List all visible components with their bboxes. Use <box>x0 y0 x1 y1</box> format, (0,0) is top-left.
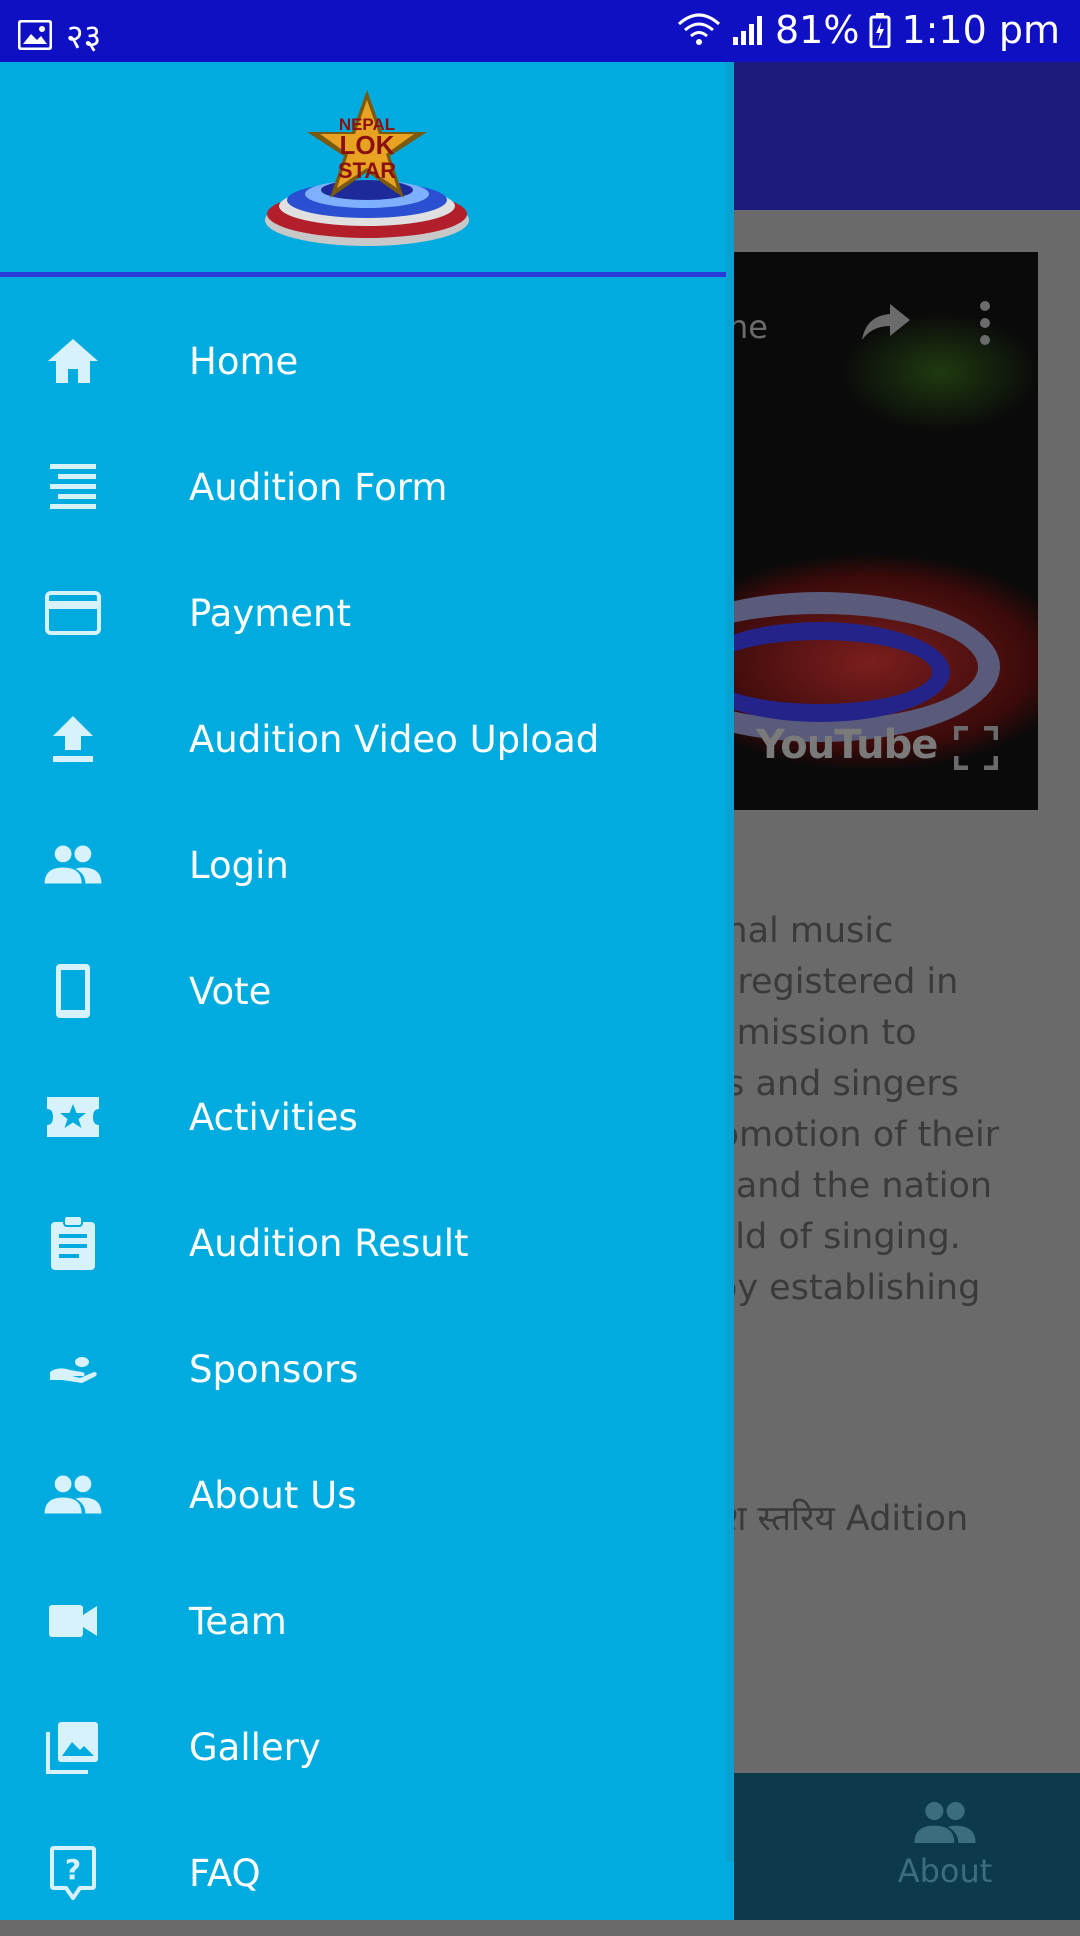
bottom-nav-about[interactable]: About <box>880 1800 1010 1890</box>
status-badge: २३ <box>66 17 102 57</box>
header-divider <box>0 272 734 277</box>
menu-label: FAQ <box>189 1851 261 1895</box>
fullscreen-icon[interactable] <box>953 725 999 774</box>
menu-label: Audition Form <box>189 465 448 509</box>
signal-icon <box>731 13 765 47</box>
bottom-nav-about-label: About <box>897 1852 993 1890</box>
battery-percent: 81% <box>774 8 860 52</box>
menu-label: Activities <box>189 1095 358 1139</box>
navigation-drawer: NEPAL LOK STAR Home Audition Form Paymen… <box>0 62 734 1920</box>
menu-item-faq[interactable]: ? FAQ <box>0 1810 734 1936</box>
more-vert-icon[interactable] <box>978 300 992 350</box>
menu-label: Gallery <box>189 1725 321 1769</box>
menu-label: Sponsors <box>189 1347 359 1391</box>
form-lines-icon <box>42 456 104 518</box>
menu-item-activities[interactable]: Activities <box>0 1054 734 1180</box>
menu-item-audition-form[interactable]: Audition Form <box>0 424 734 550</box>
home-icon <box>42 330 104 392</box>
about-paragraph: onal music g registered in e mission to … <box>704 911 1000 1308</box>
menu-item-team[interactable]: Team <box>0 1558 734 1684</box>
gallery-notification-icon <box>18 20 52 50</box>
credit-card-icon <box>42 582 104 644</box>
menu-item-gallery[interactable]: Gallery <box>0 1684 734 1810</box>
menu-item-login[interactable]: Login <box>0 802 734 928</box>
menu-label: Vote <box>189 969 272 1013</box>
menu-label: Team <box>189 1599 287 1643</box>
menu-label: Audition Result <box>189 1221 469 1265</box>
menu-label: Audition Video Upload <box>189 717 600 761</box>
menu-item-sponsors[interactable]: Sponsors <box>0 1306 734 1432</box>
logo-text-star: STAR <box>338 158 396 183</box>
clock: 1:10 pm <box>901 8 1060 52</box>
logo-text-lok: LOK <box>340 130 395 160</box>
menu-item-home[interactable]: Home <box>0 298 734 424</box>
photo-library-icon <box>42 1716 104 1778</box>
people-icon <box>42 1464 104 1526</box>
battery-charging-icon <box>869 12 891 48</box>
menu-label: About Us <box>189 1473 357 1517</box>
menu-item-vote[interactable]: Vote <box>0 928 734 1054</box>
phone-icon <box>42 960 104 1022</box>
svg-text:?: ? <box>65 1853 81 1886</box>
menu-item-about-us[interactable]: About Us <box>0 1432 734 1558</box>
wifi-icon <box>677 12 721 48</box>
nepal-lok-star-logo: NEPAL LOK STAR <box>265 90 469 246</box>
people-icon <box>42 834 104 896</box>
menu-item-audition-video-upload[interactable]: Audition Video Upload <box>0 676 734 802</box>
hand-coin-icon <box>42 1338 104 1400</box>
drawer-scrollbar[interactable] <box>726 62 734 1862</box>
menu-label: Home <box>189 339 299 383</box>
menu-label: Login <box>189 843 289 887</box>
drawer-menu: Home Audition Form Payment Audition Vide… <box>0 298 734 1936</box>
menu-item-audition-result[interactable]: Audition Result <box>0 1180 734 1306</box>
status-bar: २३ 81% 1:10 pm <box>0 0 1080 62</box>
videocam-icon <box>42 1590 104 1652</box>
drawer-header: NEPAL LOK STAR <box>0 62 734 272</box>
menu-item-payment[interactable]: Payment <box>0 550 734 676</box>
people-icon <box>914 1801 976 1843</box>
menu-label: Payment <box>189 591 351 635</box>
share-icon[interactable] <box>860 300 912 348</box>
help-bubble-icon: ? <box>42 1842 104 1904</box>
upload-icon <box>42 708 104 770</box>
audition-line: देश स्तरिय Adition <box>704 1499 969 1539</box>
video-player[interactable]: ne YouTube <box>700 252 1038 810</box>
ticket-star-icon <box>42 1086 104 1148</box>
youtube-logo[interactable]: YouTube <box>756 722 938 768</box>
clipboard-icon <box>42 1212 104 1274</box>
